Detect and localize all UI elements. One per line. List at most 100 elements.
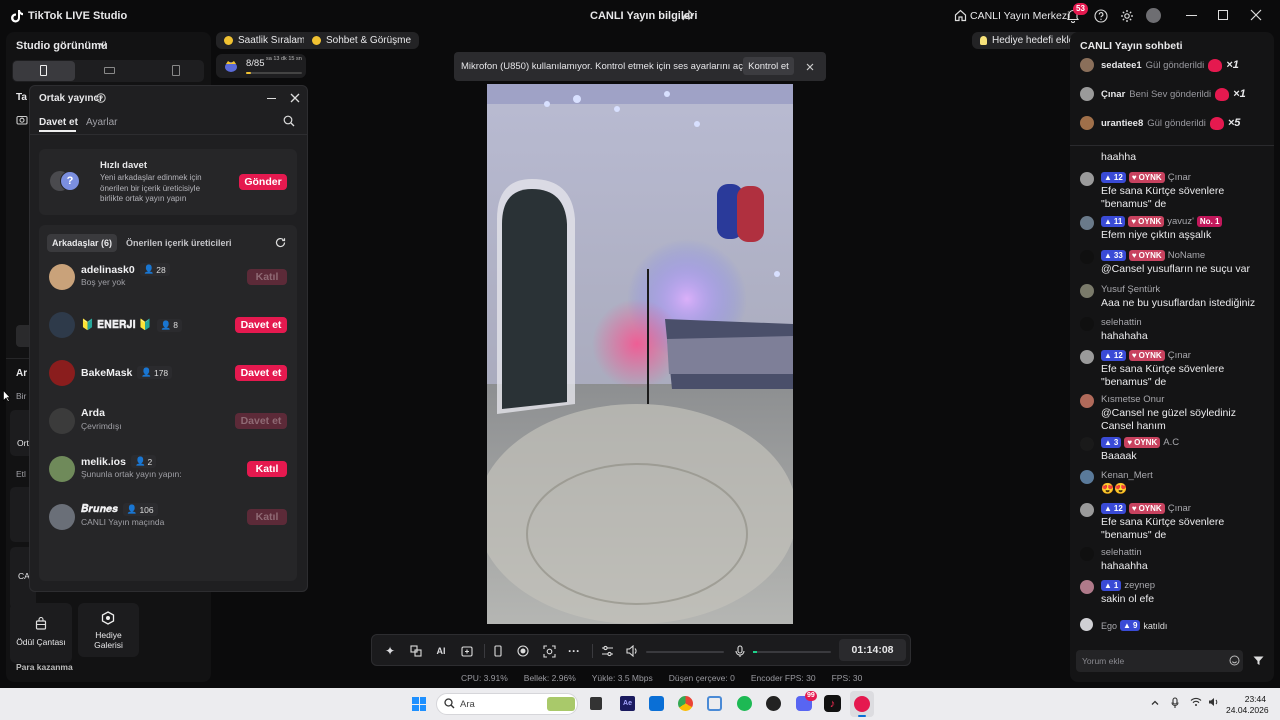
profile-avatar[interactable] bbox=[1146, 8, 1161, 23]
home-icon[interactable] bbox=[954, 9, 967, 25]
gift-text: Gül gönderildi bbox=[1147, 117, 1206, 129]
chat-username: Kısmetse Onur bbox=[1101, 394, 1165, 405]
tiktok-icon[interactable]: ♪ bbox=[824, 695, 841, 712]
close-popup-icon[interactable] bbox=[290, 93, 300, 106]
discord-badge: 99 bbox=[805, 691, 817, 701]
more-icon[interactable]: ··· bbox=[563, 640, 585, 662]
chat-username: selehattin bbox=[1101, 317, 1142, 328]
toast-close-icon[interactable] bbox=[806, 62, 814, 74]
settings-app-icon[interactable] bbox=[707, 696, 722, 711]
chrome-icon[interactable] bbox=[678, 696, 693, 711]
refresh-icon[interactable] bbox=[275, 237, 286, 251]
app-icon[interactable] bbox=[766, 696, 781, 711]
sliders-icon[interactable] bbox=[596, 640, 618, 662]
info-icon[interactable] bbox=[96, 93, 106, 106]
camera-icon[interactable] bbox=[16, 114, 28, 128]
add-source-icon[interactable] bbox=[456, 640, 478, 662]
file-icon[interactable] bbox=[590, 697, 602, 710]
wifi-icon[interactable] bbox=[1190, 697, 1202, 710]
chat-avatar bbox=[1080, 547, 1094, 561]
gift-message: Çınar Beni Sev gönderildi ×1 bbox=[1080, 86, 1270, 102]
tab-friends[interactable]: Arkadaşlar (6) bbox=[47, 234, 118, 252]
toast-check-button[interactable]: Kontrol et bbox=[743, 57, 794, 75]
gift-user: urantiee8 bbox=[1101, 117, 1144, 129]
tiktok-live-studio-taskbar-button[interactable] bbox=[850, 691, 874, 717]
left-label-etl: Etl bbox=[16, 469, 26, 479]
chat-avatar bbox=[1080, 470, 1094, 484]
gift-gallery-button[interactable]: Hediye Galerisi bbox=[78, 603, 139, 657]
send-button[interactable]: Gönder bbox=[239, 174, 287, 190]
live-center-link[interactable]: CANLI Yayın Merkezi bbox=[970, 10, 1069, 22]
join-button[interactable]: Katıl bbox=[247, 509, 287, 525]
dual-icon[interactable] bbox=[172, 65, 180, 76]
landscape-icon[interactable] bbox=[104, 67, 115, 74]
invite-button[interactable]: Davet et bbox=[235, 317, 287, 333]
join-button[interactable]: Katıl bbox=[247, 269, 287, 285]
settings-gear-icon[interactable] bbox=[1120, 9, 1134, 26]
clock-date[interactable]: 24.04.2026 bbox=[1226, 705, 1269, 715]
tab-suggested-creators[interactable]: Önerilen içerik üreticileri bbox=[126, 238, 232, 248]
chat-text: Aaa ne bu yusuflardan istediğiniz bbox=[1101, 297, 1256, 309]
ai-icon[interactable]: AI bbox=[430, 640, 452, 662]
goal-progress-card[interactable]: 8/85 sa 13 dk 15 sn bbox=[216, 54, 306, 78]
friend-status: Çevrimdışı bbox=[81, 421, 122, 431]
chevron-up-icon[interactable] bbox=[1150, 698, 1160, 711]
invite-button[interactable]: Davet et bbox=[235, 365, 287, 381]
tab-settings[interactable]: Ayarlar bbox=[86, 117, 118, 128]
microphone-icon[interactable] bbox=[729, 640, 751, 662]
stat-encoder-fps: Encoder FPS: 30 bbox=[750, 673, 816, 683]
maximize-icon[interactable] bbox=[1218, 10, 1228, 20]
share-icon[interactable] bbox=[682, 9, 694, 24]
windows-start-icon[interactable] bbox=[412, 697, 426, 711]
coin-icon bbox=[224, 36, 233, 45]
friend-row: Arda Çevrimdışı Davet et bbox=[39, 401, 297, 441]
stat-upload: Yükle: 3.5 Mbps bbox=[591, 673, 653, 683]
invite-button[interactable]: Davet et bbox=[235, 413, 287, 429]
volume-icon[interactable] bbox=[1208, 697, 1220, 710]
join-message: Ego ▲ 9 katıldı bbox=[1101, 620, 1168, 631]
magic-wand-icon[interactable]: ✦ bbox=[379, 640, 401, 662]
quick-invite-card: ? Hızlı davet Yeni arkadaşlar edinmek iç… bbox=[39, 149, 297, 215]
speaker-volume-slider[interactable] bbox=[646, 651, 724, 653]
portrait-option[interactable] bbox=[13, 61, 75, 81]
gift-goal-chip[interactable]: Hediye hedefi ekle bbox=[972, 32, 1083, 49]
comment-input[interactable]: Yorum ekle bbox=[1076, 650, 1243, 672]
quick-invite-title: Hızlı davet bbox=[100, 160, 147, 171]
rank-badge: No. 1 bbox=[1196, 216, 1223, 227]
studio-view-label[interactable]: Studio görünümü bbox=[16, 40, 108, 52]
gift-text: Gül gönderildi bbox=[1145, 59, 1205, 71]
taskbar-search[interactable]: Ara bbox=[436, 693, 578, 715]
help-icon[interactable] bbox=[1094, 9, 1108, 26]
video-preview[interactable] bbox=[487, 84, 793, 624]
tab-invite[interactable]: Davet et bbox=[39, 117, 78, 128]
fan-badge: ♥ OYNK bbox=[1128, 216, 1165, 227]
chevron-down-icon[interactable] bbox=[98, 40, 108, 53]
emoji-icon[interactable] bbox=[1229, 655, 1240, 669]
lightbulb-icon bbox=[980, 36, 987, 45]
mic-volume-slider[interactable] bbox=[753, 651, 831, 653]
stat-memory: Bellek: 2.96% bbox=[523, 673, 576, 683]
translate-icon[interactable] bbox=[405, 640, 427, 662]
spotify-icon[interactable] bbox=[737, 696, 752, 711]
friend-name: Arda bbox=[81, 407, 105, 419]
filter-icon[interactable] bbox=[1253, 656, 1264, 669]
capture-icon[interactable] bbox=[538, 640, 560, 662]
record-icon[interactable] bbox=[512, 640, 534, 662]
search-icon[interactable] bbox=[283, 115, 295, 130]
speaker-icon[interactable] bbox=[621, 640, 643, 662]
chat-text: Efe sana Kürtçe sövenlere "benamus" de bbox=[1101, 363, 1225, 388]
person-icon: 👤 bbox=[126, 504, 138, 514]
mic-tray-icon[interactable] bbox=[1171, 697, 1179, 712]
minimize-popup-icon[interactable] bbox=[267, 98, 276, 99]
clock-time[interactable]: 23:44 bbox=[1238, 694, 1266, 704]
friend-name: BakeMask bbox=[81, 366, 133, 379]
phone-icon[interactable] bbox=[487, 640, 509, 662]
minimize-icon[interactable] bbox=[1186, 15, 1197, 16]
reward-bag-button[interactable]: Ödül Çantası bbox=[10, 603, 72, 663]
chat-meet-chip[interactable]: Sohbet & Görüşme bbox=[304, 32, 420, 49]
join-button[interactable]: Katıl bbox=[247, 461, 287, 477]
chat-username: Çınar bbox=[1167, 350, 1191, 361]
outlook-icon[interactable] bbox=[649, 696, 664, 711]
after-effects-icon[interactable]: Ae bbox=[620, 696, 635, 711]
close-window-icon[interactable] bbox=[1250, 9, 1262, 24]
